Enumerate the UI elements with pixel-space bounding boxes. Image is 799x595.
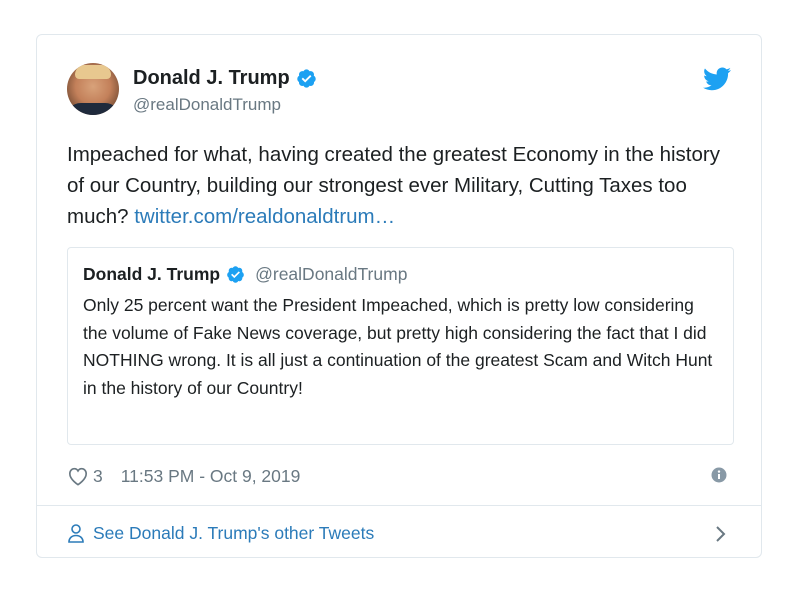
divider xyxy=(37,505,761,506)
embedded-tweet-card: Donald J. Trump @realDonaldTrump Impeach… xyxy=(36,34,762,558)
quoted-tweet-header: Donald J. Trump @realDonaldTrump xyxy=(83,264,407,285)
tweet-link[interactable]: twitter.com/realdonaldtrum… xyxy=(134,205,395,228)
info-icon[interactable] xyxy=(711,467,727,483)
quoted-author-handle: @realDonaldTrump xyxy=(255,264,408,284)
footer-label[interactable]: See Donald J. Trump's other Tweets xyxy=(93,523,374,544)
author-name[interactable]: Donald J. Trump xyxy=(133,67,290,90)
quoted-tweet-text: Only 25 percent want the President Impea… xyxy=(83,295,713,398)
author-row: Donald J. Trump xyxy=(133,67,317,90)
timestamp[interactable]: 11:53 PM - Oct 9, 2019 xyxy=(121,466,301,487)
person-icon xyxy=(68,524,84,543)
like-count[interactable]: 3 xyxy=(93,466,103,487)
chevron-right-icon[interactable] xyxy=(715,525,727,543)
quoted-tweet[interactable]: Donald J. Trump @realDonaldTrump Only 25… xyxy=(67,247,734,445)
quoted-author-name: Donald J. Trump xyxy=(83,264,221,284)
see-other-tweets-link[interactable]: See Donald J. Trump's other Tweets xyxy=(67,517,731,549)
tweet-header: Donald J. Trump @realDonaldTrump xyxy=(67,63,731,119)
tweet-meta: 3 11:53 PM - Oct 9, 2019 xyxy=(67,463,731,489)
twitter-bird-icon[interactable] xyxy=(703,67,731,91)
verified-badge-icon xyxy=(227,266,244,283)
author-handle[interactable]: @realDonaldTrump xyxy=(133,95,281,115)
tweet-text: Impeached for what, having created the g… xyxy=(67,139,737,232)
heart-icon[interactable] xyxy=(67,466,89,486)
verified-badge-icon xyxy=(297,69,316,88)
avatar[interactable] xyxy=(67,63,119,115)
